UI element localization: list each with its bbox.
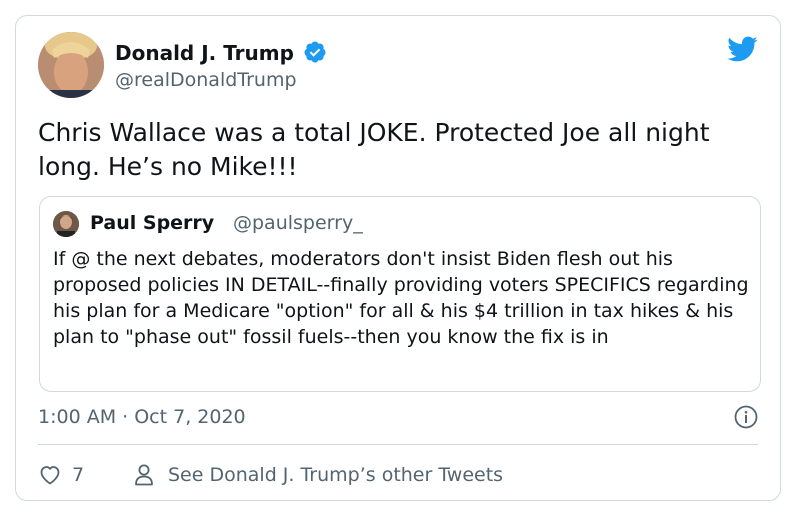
author-name[interactable]: Donald J. Trump: [115, 40, 294, 66]
see-other-tweets-label: See Donald J. Trump’s other Tweets: [168, 464, 504, 486]
tweet-text: Chris Wallace was a total JOKE. Protecte…: [38, 118, 710, 181]
person-icon: [135, 464, 153, 486]
tweet-timestamp[interactable]: 1:00 AM · Oct 7, 2020: [38, 405, 246, 429]
info-icon[interactable]: [734, 405, 758, 429]
quoted-author-handle[interactable]: @paulsperry_: [233, 210, 363, 236]
like-count: 7: [72, 464, 85, 486]
see-other-tweets-link[interactable]: See Donald J. Trump’s other Tweets: [134, 461, 503, 489]
heart-icon[interactable]: [38, 463, 62, 487]
twitter-bird-icon[interactable]: [724, 33, 760, 65]
tweet-card: Donald J. Trump @realDonaldTrump Chris W…: [15, 15, 781, 501]
quoted-author-avatar[interactable]: [53, 211, 79, 237]
verified-badge-icon: [304, 41, 326, 63]
quoted-tweet-text: If @ the next debates, moderators don't …: [53, 248, 749, 348]
quoted-tweet[interactable]: Paul Sperry @paulsperry_ If @ the next d…: [39, 196, 761, 392]
like-button[interactable]: 7: [38, 461, 84, 489]
author-handle[interactable]: @realDonaldTrump: [115, 68, 297, 92]
quoted-author-name[interactable]: Paul Sperry: [90, 210, 214, 236]
divider: [38, 444, 758, 445]
author-avatar[interactable]: [38, 32, 104, 98]
